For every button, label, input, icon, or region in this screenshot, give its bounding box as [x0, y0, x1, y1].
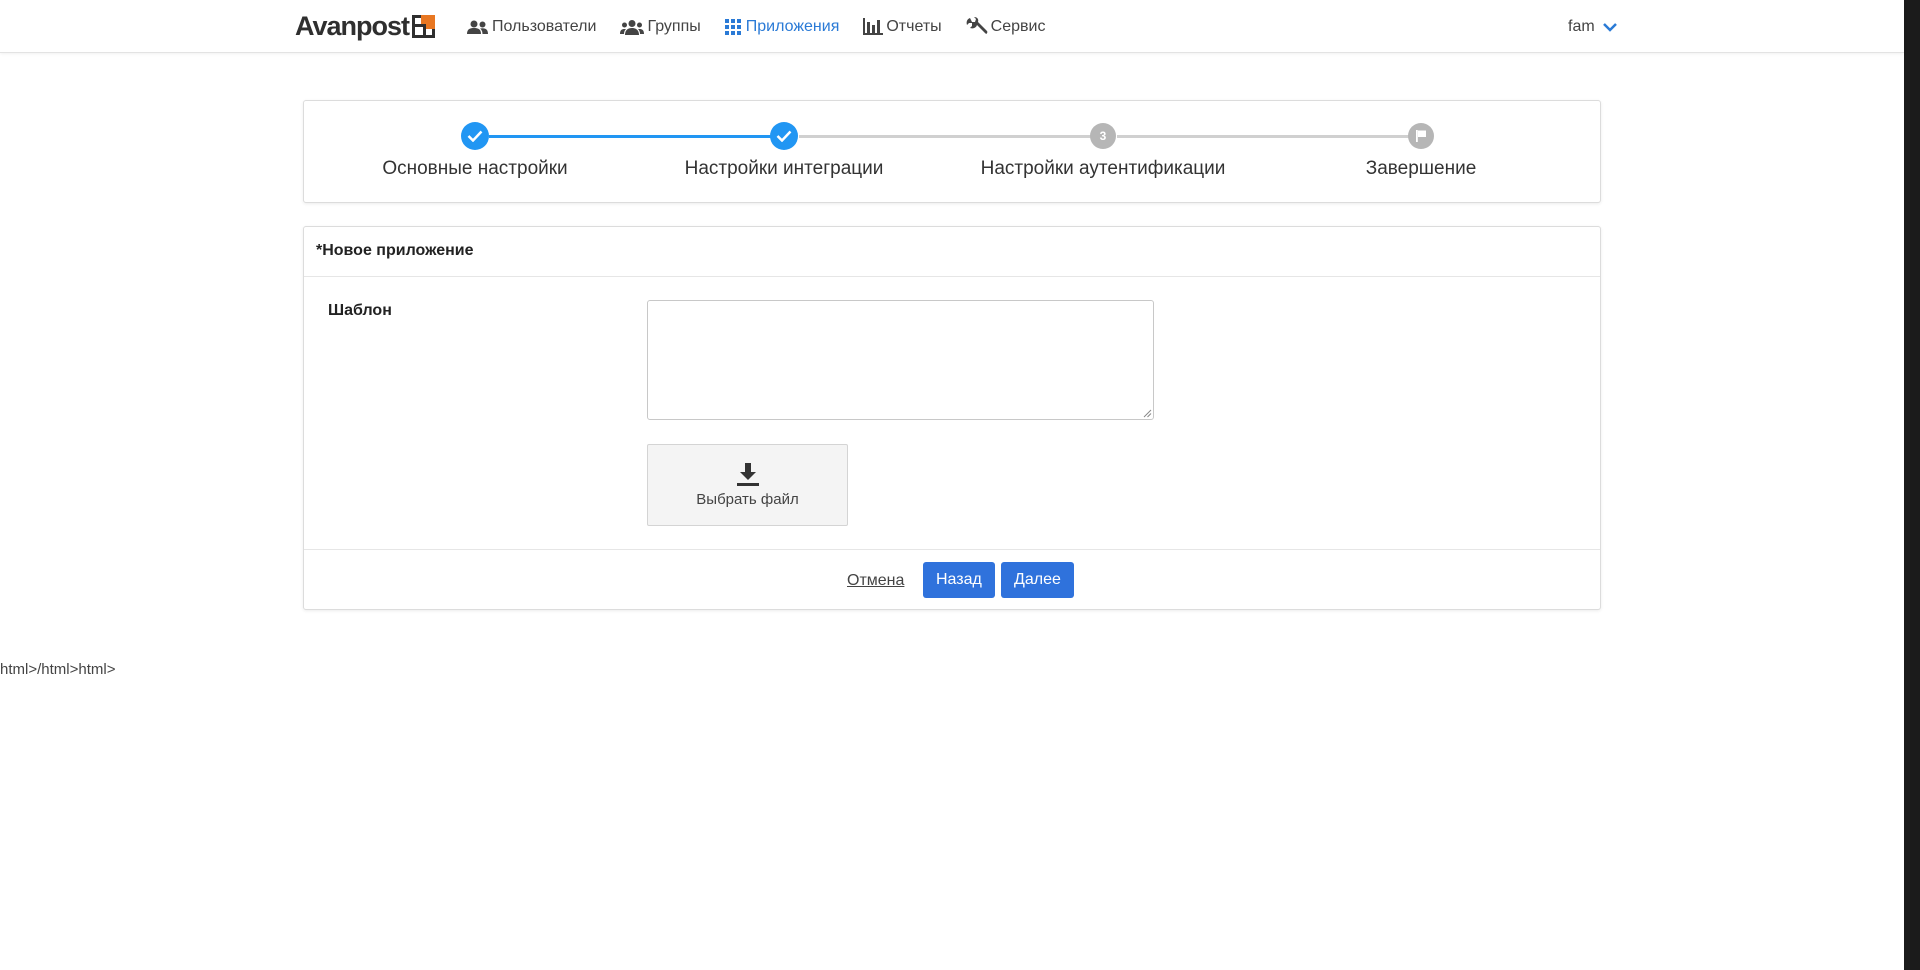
- choose-file-label: Выбрать файл: [696, 490, 799, 508]
- logo[interactable]: Avanpost: [295, 10, 436, 41]
- step-1-indicator: [461, 122, 489, 150]
- logo-mark-icon: [412, 14, 436, 38]
- step-connector-3: [1117, 135, 1417, 138]
- nav-item-users[interactable]: Пользователи: [467, 18, 596, 36]
- user-menu[interactable]: fam: [1568, 0, 1617, 53]
- template-label: Шаблон: [328, 302, 392, 319]
- user-name: fam: [1568, 17, 1595, 35]
- step-connector-1: [489, 135, 787, 138]
- step-4-indicator: [1408, 123, 1434, 149]
- step-connector-2: [799, 135, 1099, 138]
- nav-label-reports: Отчеты: [886, 17, 942, 35]
- step-2-indicator: [770, 122, 798, 150]
- nav-item-service[interactable]: Сервис: [966, 16, 1046, 37]
- stray-markup-text: html>/html>html>: [0, 661, 116, 678]
- template-textarea[interactable]: [647, 300, 1154, 420]
- chevron-down-icon: [1602, 22, 1617, 32]
- window-edge: [1904, 0, 1920, 970]
- main-nav: Пользователи Группы Приложения Отчеты Се…: [467, 0, 1069, 53]
- step-3-indicator: 3: [1090, 123, 1116, 149]
- resize-grip-icon[interactable]: [1142, 408, 1152, 418]
- step-1-label: Основные настройки: [382, 158, 568, 179]
- nav-label-groups: Группы: [647, 17, 701, 35]
- checkmark-icon: [776, 130, 792, 142]
- form-title: *Новое приложение: [316, 242, 474, 259]
- next-button[interactable]: Далее: [1001, 562, 1074, 598]
- users-icon: [467, 20, 488, 34]
- step-4-label: Завершение: [1365, 158, 1477, 179]
- step-3-number: 3: [1099, 129, 1107, 143]
- cancel-link[interactable]: Отмена: [847, 572, 904, 590]
- top-navbar: Avanpost Пользователи Группы Приложения …: [0, 0, 1904, 53]
- form-footer: Отмена Назад Далее: [304, 549, 1600, 611]
- form-header: *Новое приложение: [304, 227, 1600, 277]
- step-3-label: Настройки аутентификации: [980, 158, 1226, 179]
- logo-text: Avanpost: [295, 10, 410, 41]
- step-2-label: Настройки интеграции: [684, 158, 884, 179]
- flag-icon: [1416, 130, 1426, 142]
- checkmark-icon: [467, 130, 483, 142]
- nav-item-apps[interactable]: Приложения: [724, 17, 840, 36]
- wrench-icon: [966, 16, 988, 34]
- download-icon: [736, 462, 759, 486]
- nav-label-apps: Приложения: [745, 17, 840, 35]
- nav-label-users: Пользователи: [492, 17, 597, 35]
- nav-item-reports[interactable]: Отчеты: [863, 17, 942, 36]
- bar-chart-icon: [863, 18, 884, 35]
- new-app-form: *Новое приложение Шаблон Выбрать файл От…: [303, 226, 1601, 610]
- wizard-stepper: [303, 100, 1601, 203]
- groups-icon: [620, 19, 645, 35]
- nav-label-service: Сервис: [990, 17, 1046, 35]
- apps-grid-icon: [724, 18, 741, 35]
- back-button[interactable]: Назад: [923, 562, 995, 598]
- nav-item-groups[interactable]: Группы: [620, 17, 701, 36]
- choose-file-button[interactable]: Выбрать файл: [647, 444, 848, 526]
